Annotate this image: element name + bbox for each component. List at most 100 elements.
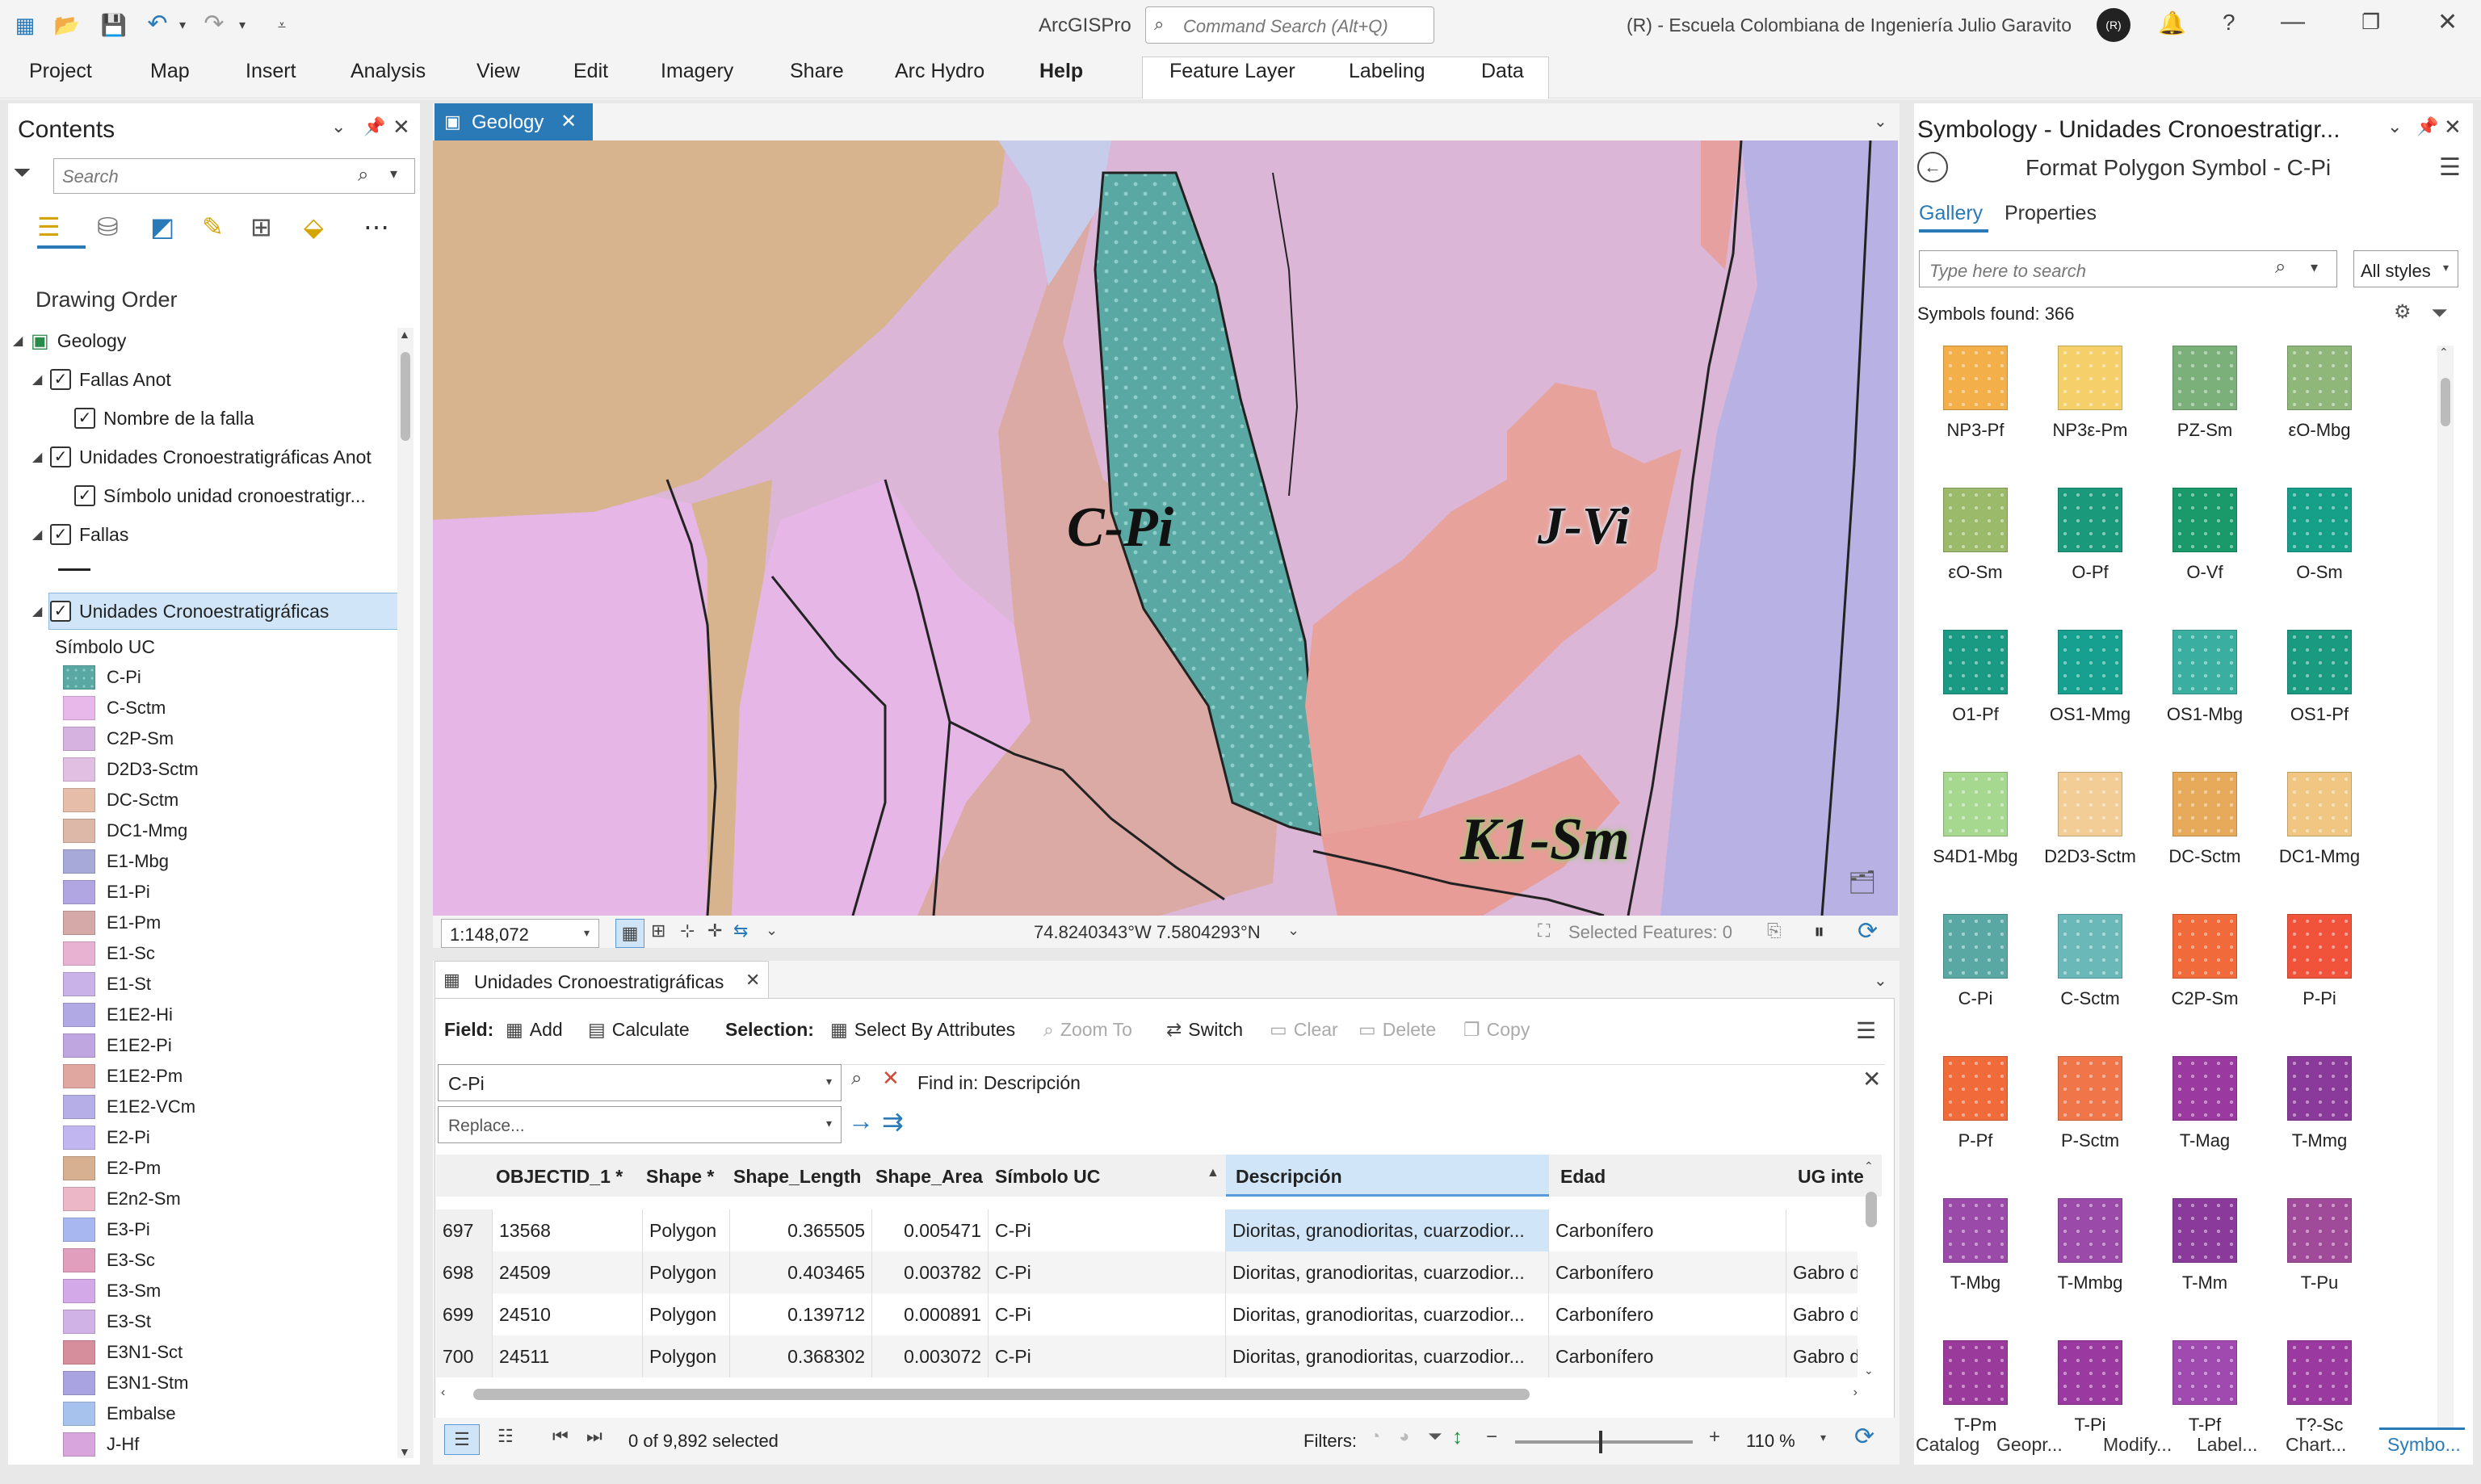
tab-gallery[interactable]: Gallery xyxy=(1919,202,1983,225)
table-cell-n[interactable]: 699 xyxy=(436,1293,493,1335)
table-cell-sym[interactable]: C-Pi xyxy=(989,1209,1226,1251)
symbol-item[interactable]: OS1-Pf xyxy=(2269,630,2370,725)
replace-all-icon[interactable]: ⇉ xyxy=(882,1106,904,1137)
table-cell-len[interactable]: 0.365505 xyxy=(730,1209,872,1251)
table-cell-edad[interactable]: Carbonífero xyxy=(1549,1209,1786,1251)
scroll-up-icon[interactable]: ⌃ xyxy=(2439,346,2449,359)
chevron-down-icon[interactable]: ⌄ xyxy=(331,116,346,137)
visibility-checkbox[interactable]: ✓ xyxy=(50,524,71,545)
column-header-shape[interactable]: Shape * xyxy=(646,1166,714,1188)
symbol-item[interactable]: DC1-Mmg xyxy=(2269,772,2370,867)
select-by-attributes-button[interactable]: ▦ Select By Attributes xyxy=(830,1019,1015,1041)
chevron-down-icon[interactable]: ▾ xyxy=(2311,259,2318,276)
table-cell-ug[interactable]: Gabro d xyxy=(1786,1293,1858,1335)
table-cell-len[interactable]: 0.368302 xyxy=(730,1335,872,1377)
tab-help[interactable]: Help xyxy=(1039,60,1083,83)
tab-geology[interactable]: ▣ Geology ✕ xyxy=(434,103,593,140)
list-by-editing-icon[interactable]: ✎ xyxy=(202,212,224,242)
chevron-down-icon[interactable]: ⌄ xyxy=(2387,116,2402,137)
legend-item[interactable]: E3-Sm xyxy=(63,1276,161,1306)
fixed-zoom-icon[interactable]: ▦ xyxy=(615,919,644,948)
command-search-input[interactable]: ⌕ Command Search (Alt+Q) xyxy=(1145,6,1434,44)
range-filter-icon[interactable]: ◕ xyxy=(1399,1426,1409,1447)
scroll-up-icon[interactable]: ⌃ xyxy=(1864,1159,1874,1173)
table-cell-len[interactable]: 0.403465 xyxy=(730,1251,872,1293)
symbol-item[interactable]: T-Mbg xyxy=(1925,1198,2026,1293)
legend-item[interactable]: E1-Pm xyxy=(63,908,161,938)
visibility-checkbox[interactable]: ✓ xyxy=(74,485,95,506)
filter-by-extent-icon[interactable]: ⏷ xyxy=(1428,1426,1442,1447)
layer-unidades-anot[interactable]: ◢ ✓ Unidades Cronoestratigráficas Anot xyxy=(32,439,372,475)
menu-icon[interactable]: ☰ xyxy=(2439,153,2461,182)
table-cell-area[interactable]: 0.000891 xyxy=(872,1293,989,1335)
table-row[interactable]: 698 24509 Polygon 0.403465 0.003782 C-Pi Diori… xyxy=(436,1251,1858,1293)
user-account[interactable]: (R) - Escuela Colombiana de Ingeniería J… xyxy=(1627,15,2072,36)
tab-modify[interactable]: Modify... xyxy=(2103,1434,2172,1456)
table-cell-id[interactable]: 24511 xyxy=(493,1335,643,1377)
symbol-item[interactable]: εO-Mbg xyxy=(2269,346,2370,441)
table-cell-sym[interactable]: C-Pi xyxy=(989,1293,1226,1335)
sort-ascending-icon[interactable]: ▲ xyxy=(1207,1166,1220,1180)
tab-edit[interactable]: Edit xyxy=(573,60,608,83)
help-icon[interactable]: ? xyxy=(2223,10,2235,36)
scale-selector[interactable]: 1:148,072 ▾ xyxy=(441,919,599,948)
legend-item[interactable]: C2P-Sm xyxy=(63,723,174,754)
scroll-right-icon[interactable]: › xyxy=(1853,1385,1858,1400)
visibility-checkbox[interactable]: ✓ xyxy=(50,446,71,467)
list-by-drawing-order-icon[interactable]: ☰ xyxy=(37,212,61,242)
table-cell-n[interactable]: 698 xyxy=(436,1251,493,1293)
switch-button[interactable]: ⇄ Switch xyxy=(1166,1019,1243,1041)
symbol-item[interactable]: T-Mmbg xyxy=(2040,1198,2140,1293)
contents-search-input[interactable]: Search ⌕ ▾ xyxy=(53,158,415,194)
legend-item[interactable]: C-Pi xyxy=(63,662,141,693)
symbol-item[interactable]: NP3-Pf xyxy=(1925,346,2026,441)
layer-fallas-anot[interactable]: ◢ ✓ Fallas Anot xyxy=(32,362,171,397)
layer-simbolo-unidad[interactable]: ✓ Símbolo unidad cronoestratigr... xyxy=(74,478,366,514)
symbol-item[interactable]: T-Pu xyxy=(2269,1198,2370,1293)
tab-unidades[interactable]: ▦ Unidades Cronoestratigráficas ✕ xyxy=(434,961,769,998)
legend-item[interactable]: E1E2-Pi xyxy=(63,1030,172,1061)
table-cell-desc[interactable]: Dioritas, granodioritas, cuarzodior... xyxy=(1226,1293,1549,1335)
symbol-item[interactable]: T-Pf xyxy=(2155,1340,2255,1436)
tab-arc-hydro[interactable]: Arc Hydro xyxy=(895,60,984,83)
table-cell-id[interactable]: 24510 xyxy=(493,1293,643,1335)
show-selected-records-icon[interactable]: ☷ xyxy=(497,1426,514,1447)
add-field-button[interactable]: ▦ Add xyxy=(506,1019,563,1041)
table-cell-area[interactable]: 0.003072 xyxy=(872,1335,989,1377)
scrollbar-thumb[interactable] xyxy=(1866,1192,1877,1227)
table-cell-shape[interactable]: Polygon xyxy=(643,1209,730,1251)
tab-catalog[interactable]: Catalog xyxy=(1916,1434,1979,1456)
filter-icon[interactable]: ⏷ xyxy=(2431,300,2448,326)
close-icon[interactable]: ✕ xyxy=(2444,115,2462,140)
chevron-down-icon[interactable]: ▾ xyxy=(390,166,397,182)
close-icon[interactable]: ✕ xyxy=(560,110,577,133)
tab-label[interactable]: Label... xyxy=(2197,1434,2257,1456)
legend-item[interactable]: E3N1-Stm xyxy=(63,1368,188,1398)
back-arrow-icon[interactable]: ← xyxy=(1917,152,1948,182)
symbol-item[interactable]: OS1-Mmg xyxy=(2040,630,2140,725)
symbol-item[interactable]: S4D1-Mbg xyxy=(1925,772,2026,867)
table-cell-shape[interactable]: Polygon xyxy=(643,1251,730,1293)
table-cell-edad[interactable]: Carbonífero xyxy=(1549,1251,1786,1293)
table-menu-icon[interactable]: ☰ xyxy=(1856,1017,1876,1044)
new-project-icon[interactable]: ▦ xyxy=(11,11,39,39)
symbol-item[interactable]: P-Pf xyxy=(1925,1056,2026,1151)
gallery-scrollbar[interactable]: ⌃ ⌄ xyxy=(2437,346,2454,1444)
table-cell-sym[interactable]: C-Pi xyxy=(989,1251,1226,1293)
zoom-to-button[interactable]: ⌕ Zoom To xyxy=(1043,1019,1132,1041)
layer-nombre-de-la-falla[interactable]: ✓ Nombre de la falla xyxy=(74,400,254,436)
symbol-item[interactable]: T?-Sc xyxy=(2269,1340,2370,1436)
symbol-item[interactable]: C-Sctm xyxy=(2040,914,2140,1009)
table-cell-sym[interactable]: C-Pi xyxy=(989,1335,1226,1377)
pin-icon[interactable]: 📌 xyxy=(2416,116,2438,137)
refresh-icon[interactable]: ⟳ xyxy=(1858,917,1878,945)
symbol-item[interactable]: DC-Sctm xyxy=(2155,772,2255,867)
table-cell-n[interactable]: 697 xyxy=(436,1209,493,1251)
show-all-records-icon[interactable]: ☰ xyxy=(444,1424,480,1455)
table-cell-ug[interactable] xyxy=(1786,1209,1858,1251)
tab-chart[interactable]: Chart... xyxy=(2286,1434,2346,1456)
more-options-icon[interactable]: ⋯ xyxy=(363,212,389,242)
symbol-item[interactable]: T-Pm xyxy=(1925,1340,2026,1436)
legend-item[interactable]: E1E2-Hi xyxy=(63,1000,173,1030)
symbol-item[interactable]: D2D3-Sctm xyxy=(2040,772,2140,867)
